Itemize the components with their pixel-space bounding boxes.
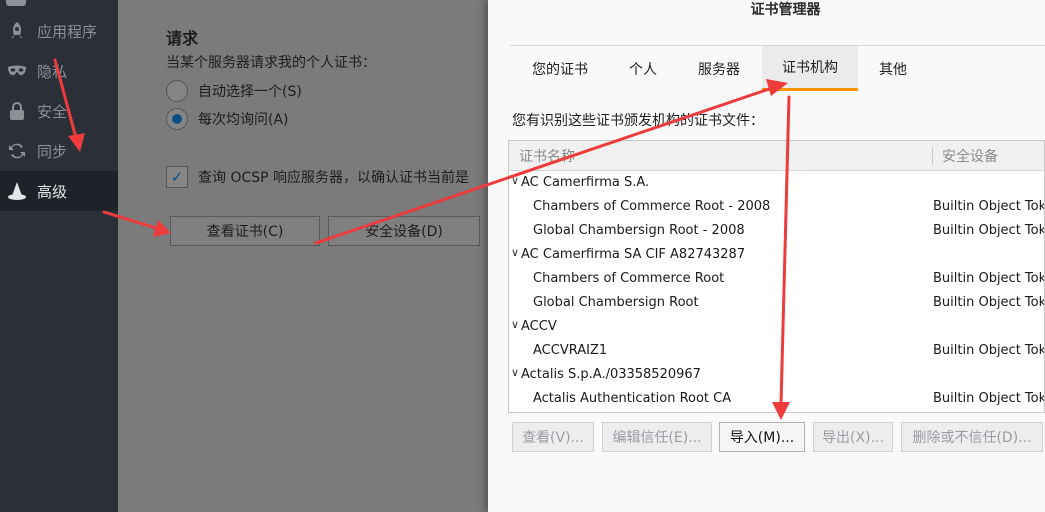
- sidebar-item-security[interactable]: 安全: [0, 91, 118, 131]
- certificate-tree[interactable]: 证书名称 安全设备 ∨ AC Camerfirma S.A. Chambers …: [508, 140, 1045, 413]
- chevron-down-icon[interactable]: ∨: [511, 246, 519, 259]
- ocsp-checkbox-label: 查询 OCSP 响应服务器，以确认证书当前是: [198, 170, 470, 186]
- chevron-down-icon[interactable]: ∨: [511, 366, 519, 379]
- edit-trust-button[interactable]: 编辑信任(E)...: [602, 422, 712, 452]
- tree-group-row[interactable]: ∨ ACCV: [509, 315, 1044, 339]
- rocket-icon: [6, 20, 28, 42]
- tab-others[interactable]: 其他: [858, 46, 928, 91]
- tree-cert-row[interactable]: ACCVRAIZ1 Builtin Object Token: [509, 339, 1044, 363]
- column-divider[interactable]: [932, 147, 933, 165]
- wizard-hat-icon: [6, 180, 28, 202]
- sidebar-item-applications[interactable]: 应用程序: [0, 11, 118, 51]
- tab-your-certificates[interactable]: 您的证书: [510, 46, 610, 91]
- radio-auto-select[interactable]: 自动选择一个(S): [166, 80, 302, 102]
- sidebar-item-label: 隐私: [37, 62, 68, 81]
- authorities-caption: 您有识别这些证书颁发机构的证书文件：: [512, 113, 764, 129]
- tab-people[interactable]: 个人: [610, 46, 676, 91]
- tree-cert-row[interactable]: Global Chambersign Root - 2008 Builtin O…: [509, 219, 1044, 243]
- view-certificates-button[interactable]: 查看证书(C): [170, 216, 320, 246]
- tree-cert-row[interactable]: Chambers of Commerce Root - 2008 Builtin…: [509, 195, 1044, 219]
- import-button[interactable]: 导入(M)...: [719, 422, 805, 452]
- tab-authorities[interactable]: 证书机构: [762, 46, 858, 91]
- sidebar-item-advanced[interactable]: 高级: [0, 171, 118, 211]
- mask-icon: [6, 60, 28, 82]
- radio-label: 自动选择一个(S): [198, 84, 302, 100]
- sidebar-item-label: 安全: [37, 102, 68, 121]
- column-header-security-device[interactable]: 安全设备: [942, 146, 998, 166]
- sidebar-item-sync[interactable]: 同步: [0, 131, 118, 171]
- tree-header: 证书名称 安全设备: [509, 141, 1044, 171]
- ocsp-checkbox-row[interactable]: ✓ 查询 OCSP 响应服务器，以确认证书当前是: [166, 166, 469, 188]
- export-button[interactable]: 导出(X)...: [813, 422, 893, 452]
- radio-button-selected[interactable]: [166, 108, 188, 130]
- sidebar-item-privacy[interactable]: 隐私: [0, 51, 118, 91]
- preferences-pane: 请求 当某个服务器请求我的个人证书： 自动选择一个(S) 每次均询问(A) ✓ …: [118, 0, 488, 512]
- sync-icon: [6, 140, 28, 162]
- delete-or-distrust-button[interactable]: 删除或不信任(D)...: [901, 422, 1043, 452]
- chevron-down-icon[interactable]: ∨: [511, 174, 519, 187]
- column-header-cert-name[interactable]: 证书名称: [519, 146, 575, 166]
- chevron-down-icon[interactable]: ∨: [511, 318, 519, 331]
- security-devices-button[interactable]: 安全设备(D): [328, 216, 480, 246]
- sidebar-item-label: 应用程序: [37, 22, 98, 41]
- lock-icon: [6, 100, 28, 122]
- sidebar-item-label: 高级: [37, 182, 68, 201]
- tab-servers[interactable]: 服务器: [676, 46, 762, 91]
- tree-group-row[interactable]: ∨ AC Camerfirma SA CIF A82743287: [509, 243, 1044, 267]
- certificate-manager-dialog: 证书管理器 您的证书 个人 服务器 证书机构 其他 您有识别这些证书颁发机构的证…: [488, 0, 1045, 512]
- sidebar-item-label: 同步: [37, 142, 68, 161]
- tree-group-row[interactable]: ∨ AC Camerfirma S.A.: [509, 171, 1044, 195]
- tree-cert-row[interactable]: Global Chambersign Root Builtin Object T…: [509, 291, 1044, 315]
- preferences-sidebar: 应用程序 隐私 安全 同步 高级: [0, 0, 118, 512]
- tree-cert-row[interactable]: Chambers of Commerce Root Builtin Object…: [509, 267, 1044, 291]
- radio-label: 每次均询问(A): [198, 112, 289, 128]
- view-button[interactable]: 查看(V)...: [512, 422, 594, 452]
- dialog-title: 证书管理器: [750, 2, 821, 18]
- ocsp-checkbox[interactable]: ✓: [166, 166, 188, 188]
- tree-cert-row[interactable]: Actalis Authentication Root CA Builtin O…: [509, 387, 1044, 411]
- tab-bar: 您的证书 个人 服务器 证书机构 其他: [510, 45, 1045, 91]
- requests-heading: 请求: [166, 29, 199, 48]
- sidebar-top-item-edge: [6, 0, 26, 6]
- radio-button[interactable]: [166, 80, 188, 102]
- radio-ask-every-time[interactable]: 每次均询问(A): [166, 108, 289, 130]
- requests-description: 当某个服务器请求我的个人证书：: [166, 55, 376, 71]
- tree-group-row[interactable]: ∨ Actalis S.p.A./03358520967: [509, 363, 1044, 387]
